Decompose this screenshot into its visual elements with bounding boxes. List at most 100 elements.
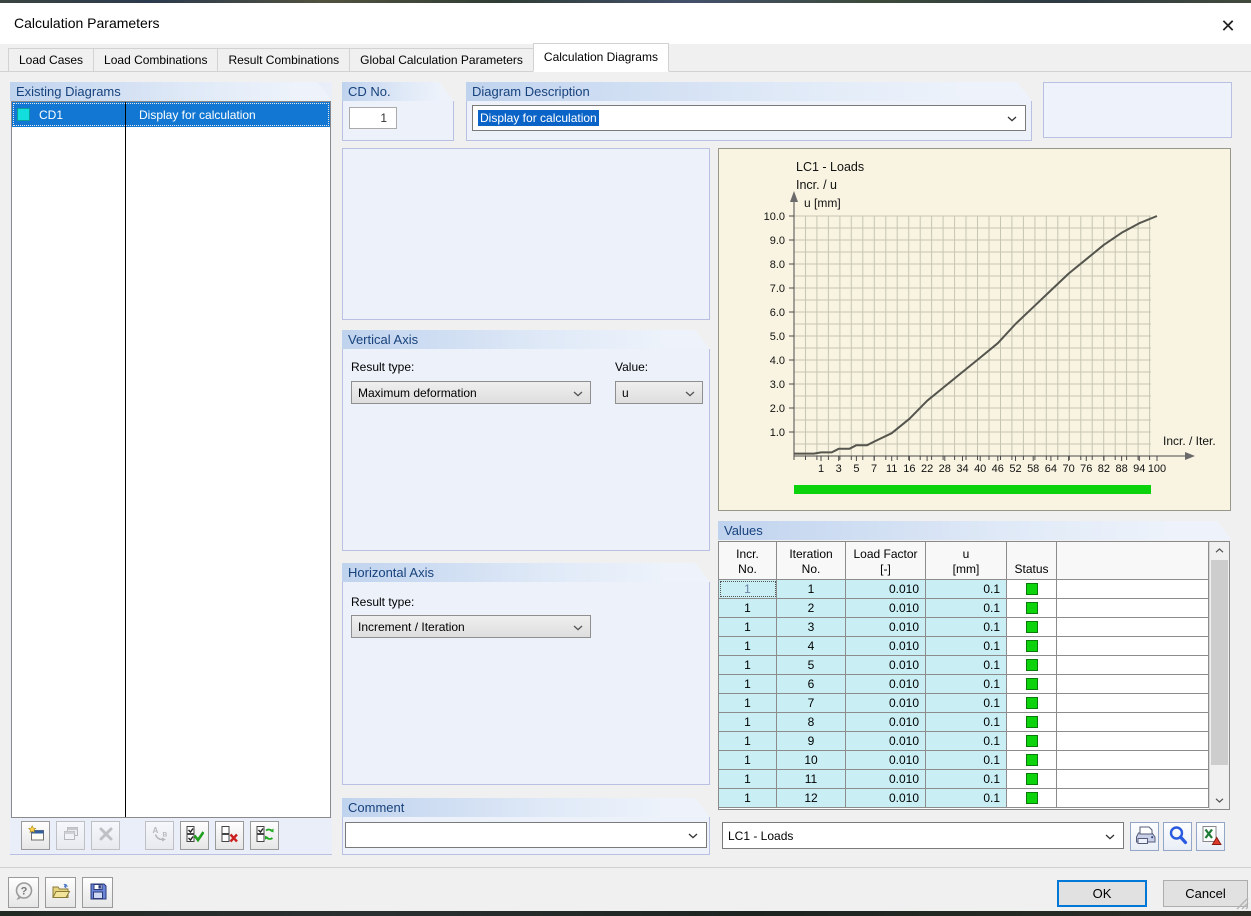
print-button[interactable]	[1130, 822, 1159, 851]
scrollbar-thumb[interactable]	[1211, 560, 1228, 765]
table-cell[interactable]: 12	[777, 789, 846, 807]
table-row[interactable]: 1 12 0.010 0.1	[719, 789, 1229, 808]
table-row[interactable]: 1 7 0.010 0.1	[719, 694, 1229, 713]
table-cell[interactable]: 0.010	[846, 656, 926, 674]
table-cell[interactable]: 10	[777, 751, 846, 769]
tab-global-calculation-parameters[interactable]: Global Calculation Parameters	[349, 48, 534, 72]
status-cell[interactable]	[1007, 751, 1057, 769]
table-cell[interactable]: 0.010	[846, 789, 926, 807]
uncheck-all-button[interactable]	[215, 821, 244, 850]
status-cell[interactable]	[1007, 732, 1057, 750]
status-cell[interactable]	[1007, 713, 1057, 731]
rename-diagram-button[interactable]: AB	[145, 821, 174, 850]
status-cell[interactable]	[1007, 580, 1057, 598]
table-cell[interactable]: 0.1	[926, 599, 1007, 617]
table-cell[interactable]: 8	[777, 713, 846, 731]
values-table[interactable]: Incr. No. Iteration No. Load Factor [-] u [mm] …	[718, 541, 1230, 810]
chevron-down-icon[interactable]	[685, 386, 695, 400]
table-cell[interactable]: 1	[719, 751, 777, 769]
table-cell[interactable]	[1057, 580, 1209, 598]
table-row[interactable]: 1 5 0.010 0.1	[719, 656, 1229, 675]
status-cell[interactable]	[1007, 789, 1057, 807]
existing-diagrams-list[interactable]: CD1 Display for calculation	[11, 101, 331, 818]
scroll-up-icon[interactable]	[1210, 542, 1229, 559]
zoom-button[interactable]	[1163, 822, 1192, 851]
table-cell[interactable]: 0.1	[926, 694, 1007, 712]
table-row[interactable]: 1 10 0.010 0.1	[719, 751, 1229, 770]
tab-result-combinations[interactable]: Result Combinations	[217, 48, 351, 72]
table-cell[interactable]: 0.1	[926, 789, 1007, 807]
table-cell[interactable]	[1057, 656, 1209, 674]
chevron-down-icon[interactable]	[1105, 829, 1115, 843]
table-row[interactable]: 1 4 0.010 0.1	[719, 637, 1229, 656]
table-cell[interactable]: 1	[719, 713, 777, 731]
table-cell[interactable]: 0.1	[926, 751, 1007, 769]
vertical-value-dropdown[interactable]: u	[615, 381, 703, 404]
delete-diagram-button[interactable]	[91, 821, 120, 850]
table-cell[interactable]: 9	[777, 732, 846, 750]
table-cell[interactable]: 0.010	[846, 599, 926, 617]
table-cell[interactable]: 0.1	[926, 637, 1007, 655]
table-cell[interactable]: 0.1	[926, 770, 1007, 788]
status-cell[interactable]	[1007, 599, 1057, 617]
table-cell[interactable]: 1	[777, 580, 846, 598]
status-cell[interactable]	[1007, 637, 1057, 655]
table-cell[interactable]: 6	[777, 675, 846, 693]
diagram-list-item[interactable]: CD1 Display for calculation	[12, 102, 330, 127]
table-cell[interactable]: 1	[719, 656, 777, 674]
table-row[interactable]: 1 1 0.010 0.1	[719, 580, 1229, 599]
table-cell[interactable]: 1	[719, 675, 777, 693]
check-all-button[interactable]	[180, 821, 209, 850]
table-cell[interactable]: 0.1	[926, 675, 1007, 693]
table-cell[interactable]	[1057, 618, 1209, 636]
table-cell[interactable]: 0.010	[846, 694, 926, 712]
tab-calculation-diagrams[interactable]: Calculation Diagrams	[532, 43, 669, 72]
chevron-down-icon[interactable]	[688, 828, 698, 842]
table-cell[interactable]: 1	[719, 732, 777, 750]
table-row[interactable]: 1 11 0.010 0.1	[719, 770, 1229, 789]
tab-load-cases[interactable]: Load Cases	[8, 48, 95, 72]
table-cell[interactable]: 1	[719, 618, 777, 636]
invert-check-button[interactable]	[250, 821, 279, 850]
table-cell[interactable]	[1057, 599, 1209, 617]
chevron-down-icon[interactable]	[573, 620, 583, 634]
table-cell[interactable]: 0.010	[846, 580, 926, 598]
table-cell[interactable]	[1057, 694, 1209, 712]
help-button[interactable]: ?	[8, 877, 39, 908]
table-row[interactable]: 1 3 0.010 0.1	[719, 618, 1229, 637]
resize-grip-icon[interactable]	[1236, 897, 1249, 913]
load-case-selector-combobox[interactable]: LC1 - Loads	[722, 822, 1124, 849]
status-cell[interactable]	[1007, 770, 1057, 788]
status-cell[interactable]	[1007, 656, 1057, 674]
table-cell[interactable]: 0.1	[926, 656, 1007, 674]
vertical-result-type-dropdown[interactable]: Maximum deformation	[351, 381, 591, 404]
status-cell[interactable]	[1007, 694, 1057, 712]
export-excel-button[interactable]	[1196, 822, 1225, 851]
table-cell[interactable]	[1057, 713, 1209, 731]
table-cell[interactable]	[1057, 637, 1209, 655]
table-cell[interactable]: 0.010	[846, 770, 926, 788]
table-cell[interactable]: 1	[719, 580, 777, 598]
diagram-description-combobox[interactable]: Display for calculation	[472, 105, 1026, 131]
table-cell[interactable]: 1	[719, 599, 777, 617]
table-cell[interactable]: 0.010	[846, 637, 926, 655]
table-cell[interactable]: 1	[719, 789, 777, 807]
table-scrollbar[interactable]	[1209, 542, 1229, 809]
new-diagram-button[interactable]	[21, 821, 50, 850]
table-cell[interactable]	[1057, 751, 1209, 769]
table-cell[interactable]	[1057, 770, 1209, 788]
scroll-down-icon[interactable]	[1210, 792, 1229, 809]
horizontal-result-type-dropdown[interactable]: Increment / Iteration	[351, 615, 591, 638]
table-cell[interactable]: 0.010	[846, 618, 926, 636]
table-cell[interactable]: 7	[777, 694, 846, 712]
chevron-down-icon[interactable]	[573, 386, 583, 400]
table-cell[interactable]	[1057, 732, 1209, 750]
table-cell[interactable]: 0.010	[846, 713, 926, 731]
table-cell[interactable]	[1057, 675, 1209, 693]
open-button[interactable]	[45, 877, 76, 908]
table-cell[interactable]: 5	[777, 656, 846, 674]
status-cell[interactable]	[1007, 618, 1057, 636]
status-cell[interactable]	[1007, 675, 1057, 693]
table-cell[interactable]: 4	[777, 637, 846, 655]
table-cell[interactable]: 0.010	[846, 675, 926, 693]
